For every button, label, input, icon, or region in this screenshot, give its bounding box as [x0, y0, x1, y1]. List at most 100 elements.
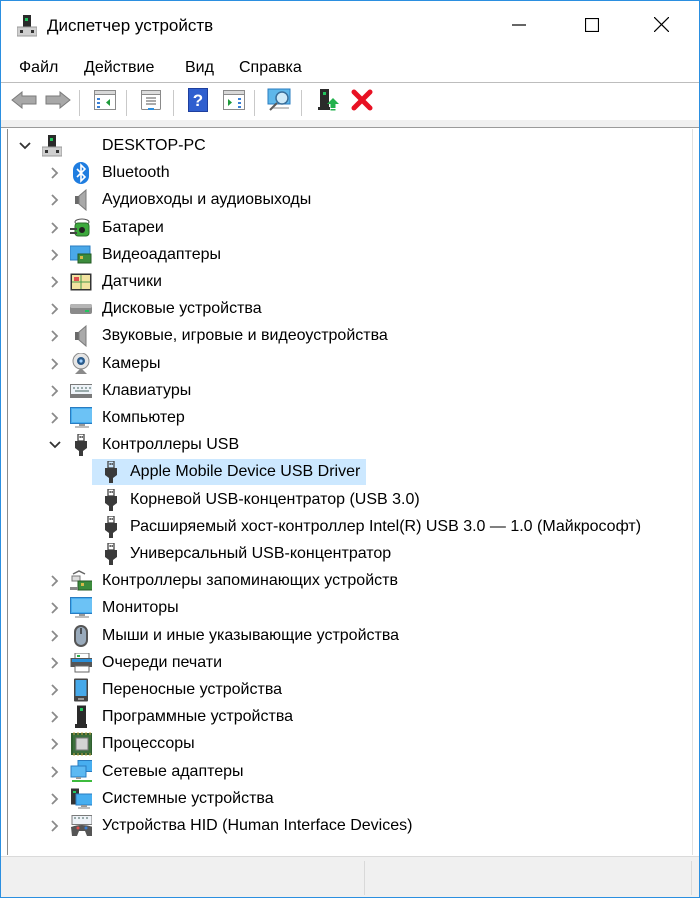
toolbar-separator: [126, 90, 127, 116]
tree-category[interactable]: Камеры: [8, 351, 688, 377]
tree-category[interactable]: Системные устройства: [8, 786, 688, 812]
tree-category-label: Мониторы: [102, 599, 179, 617]
chevron-down-icon[interactable]: [48, 438, 62, 452]
system-devices-icon: [70, 788, 92, 810]
console-tree-button[interactable]: [92, 89, 118, 115]
usb-plug-icon: [70, 434, 92, 457]
tree-device[interactable]: Расширяемый хост-контроллер Intel(R) USB…: [8, 514, 688, 540]
update-driver-button[interactable]: [315, 88, 341, 114]
tree-device-label: Универсальный USB-концентратор: [130, 545, 392, 562]
portable-device-icon: [70, 678, 92, 702]
menu-file[interactable]: Файл: [19, 59, 58, 77]
svg-text:?: ?: [193, 91, 203, 110]
tree-category[interactable]: Устройства HID (Human Interface Devices): [8, 813, 688, 839]
printer-icon: [70, 652, 92, 674]
tree-category[interactable]: Мыши и иные указывающие устройства: [8, 623, 688, 649]
menu-help[interactable]: Справка: [239, 59, 302, 77]
chevron-right-icon[interactable]: [48, 601, 62, 615]
properties-icon: [140, 89, 162, 116]
tree-category[interactable]: Контроллеры USB: [8, 432, 688, 458]
scan-hardware-button[interactable]: [267, 88, 293, 114]
chevron-right-icon[interactable]: [48, 193, 62, 207]
show-hide-console-tree-icon: [94, 89, 116, 115]
forward-arrow-icon: [45, 90, 71, 114]
close-icon: [653, 16, 669, 37]
chevron-right-icon[interactable]: [48, 275, 62, 289]
chevron-right-icon[interactable]: [48, 411, 62, 425]
tree-device[interactable]: Apple Mobile Device USB Driver: [92, 459, 366, 486]
uninstall-device-button[interactable]: [349, 89, 375, 114]
chevron-right-icon[interactable]: [48, 819, 62, 833]
toolbar-separator: [79, 90, 80, 116]
tree-device[interactable]: Корневой USB-концентратор (USB 3.0): [8, 487, 688, 513]
tree-category[interactable]: Сетевые адаптеры: [8, 759, 688, 785]
menu-bar: Файл Действие Вид Справка: [1, 53, 699, 83]
tree-category[interactable]: Bluetooth: [8, 160, 688, 186]
back-button[interactable]: [11, 90, 37, 114]
disk-drive-icon: [70, 298, 92, 320]
tree-category[interactable]: Дисковые устройства: [8, 296, 688, 322]
usb-plug-icon: [100, 543, 122, 565]
tree-device-label: Расширяемый хост-контроллер Intel(R) USB…: [130, 517, 642, 535]
close-button[interactable]: [638, 1, 684, 53]
tree-device[interactable]: Универсальный USB-концентратор: [8, 541, 688, 567]
display-adapter-icon: [70, 244, 92, 266]
tree-category-label: Очереди печати: [102, 653, 223, 671]
tree-category[interactable]: Аудиовходы и аудиовыходы: [8, 187, 688, 213]
tree-root-label: DESKTOP-PC: [102, 137, 206, 154]
properties-button[interactable]: [138, 89, 164, 116]
maximize-icon: [584, 17, 600, 37]
chevron-right-icon[interactable]: [48, 357, 62, 371]
minimize-button[interactable]: [496, 1, 542, 53]
tree-category[interactable]: Контроллеры запоминающих устройств: [8, 568, 688, 594]
tree-category-label: Клавиатуры: [102, 381, 192, 399]
tree-category[interactable]: Клавиатуры: [8, 378, 688, 404]
monitor-icon: [70, 597, 92, 619]
tree-category[interactable]: Программные устройства: [8, 704, 688, 730]
chevron-right-icon[interactable]: [48, 166, 62, 180]
usb-plug-icon: [100, 515, 122, 538]
network-adapter-icon: [70, 759, 92, 783]
chevron-right-icon[interactable]: [48, 221, 62, 235]
chevron-right-icon[interactable]: [48, 656, 62, 670]
title-bar[interactable]: Диспетчер устройств: [1, 1, 699, 53]
device-tree[interactable]: DESKTOP-PC Bluetooth Аудиовходы и аудиовы…: [7, 129, 693, 855]
tree-category[interactable]: Компьютер: [8, 405, 688, 431]
tree-category[interactable]: Датчики: [8, 269, 688, 295]
chevron-right-icon[interactable]: [48, 329, 62, 343]
chevron-right-icon[interactable]: [48, 302, 62, 316]
tree-category[interactable]: Очереди печати: [8, 650, 688, 676]
keyboard-icon: [70, 380, 92, 402]
tree-category-label: Датчики: [102, 273, 162, 290]
action-pane-button[interactable]: [221, 89, 247, 115]
chevron-right-icon[interactable]: [48, 683, 62, 697]
chevron-right-icon[interactable]: [48, 248, 62, 262]
chevron-right-icon[interactable]: [48, 384, 62, 398]
tree-root-desktop-pc[interactable]: DESKTOP-PC: [8, 133, 688, 159]
maximize-button[interactable]: [569, 1, 615, 53]
show-action-pane-icon: [223, 89, 245, 115]
tree-category-label: Bluetooth: [102, 164, 170, 182]
tree-category[interactable]: Видеоадаптеры: [8, 242, 688, 268]
forward-button[interactable]: [45, 90, 71, 114]
back-arrow-icon: [11, 90, 37, 114]
chevron-right-icon[interactable]: [48, 574, 62, 588]
chevron-right-icon[interactable]: [48, 765, 62, 779]
chevron-down-icon[interactable]: [18, 139, 32, 153]
status-bar: [1, 856, 699, 897]
tree-category[interactable]: Звуковые, игровые и видеоустройства: [8, 323, 688, 349]
tree-category[interactable]: Переносные устройства: [8, 677, 688, 703]
tree-category-label: Дисковые устройства: [102, 300, 262, 318]
chevron-right-icon[interactable]: [48, 792, 62, 806]
chevron-right-icon[interactable]: [48, 629, 62, 643]
help-button[interactable]: ?: [185, 87, 211, 114]
tree-device-label: Корневой USB-концентратор (USB 3.0): [130, 490, 420, 508]
menu-action[interactable]: Действие: [84, 59, 154, 77]
computer-tower-icon: [41, 135, 63, 157]
tree-category[interactable]: Процессоры: [8, 731, 688, 757]
tree-category[interactable]: Батареи: [8, 215, 688, 241]
menu-view[interactable]: Вид: [185, 59, 214, 77]
tree-category[interactable]: Мониторы: [8, 595, 688, 621]
chevron-right-icon[interactable]: [48, 737, 62, 751]
chevron-right-icon[interactable]: [48, 710, 62, 724]
